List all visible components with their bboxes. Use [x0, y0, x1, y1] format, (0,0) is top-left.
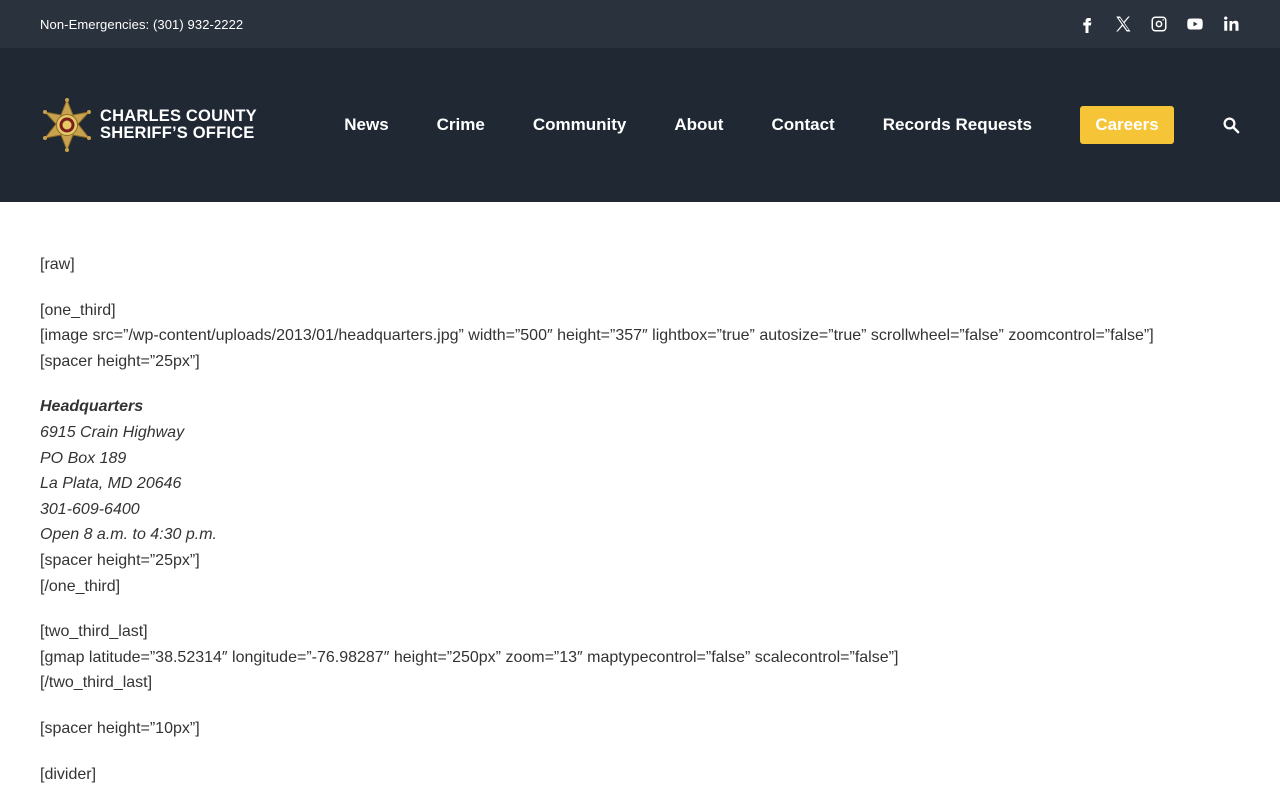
search-icon[interactable]: [1222, 116, 1240, 134]
hq-address-line-3: La Plata, MD 20646: [40, 475, 182, 493]
social-links: [1078, 15, 1240, 33]
nav-contact[interactable]: Contact: [771, 115, 834, 135]
logo-line-2: SHERIFF’S OFFICE: [100, 124, 255, 142]
facebook-icon[interactable]: [1078, 15, 1096, 33]
careers-button[interactable]: Careers: [1080, 106, 1174, 144]
nav-crime[interactable]: Crime: [437, 115, 485, 135]
x-icon[interactable]: [1114, 15, 1132, 33]
top-bar: Non-Emergencies: (301) 932-2222: [0, 0, 1280, 48]
shortcode-spacer-10: [spacer height=”10px”]: [40, 719, 200, 737]
two-third-block: [two_third_last] [gmap latitude=”38.5231…: [40, 619, 1240, 696]
headquarters-title: Headquarters: [40, 398, 144, 416]
shortcode-image: [image src=”/wp-content/uploads/2013/01/…: [40, 327, 1154, 345]
one-third-block: [one_third] [image src=”/wp-content/uplo…: [40, 298, 1240, 375]
logo-text: CHARLES COUNTY SHERIFF’S OFFICE: [100, 108, 257, 142]
non-emergency-phone: Non-Emergencies: (301) 932-2222: [40, 16, 244, 32]
site-logo[interactable]: CHARLES COUNTY SHERIFF’S OFFICE: [40, 98, 312, 152]
hq-address-line-2: PO Box 189: [40, 449, 127, 467]
page-content: [raw] [one_third] [image src=”/wp-conten…: [0, 202, 1280, 787]
nav-community[interactable]: Community: [533, 115, 627, 135]
sheriff-star-icon: [43, 98, 91, 152]
nav-about[interactable]: About: [674, 115, 723, 135]
shortcode-spacer: [spacer height=”25px”]: [40, 352, 200, 370]
youtube-icon[interactable]: [1186, 15, 1204, 33]
hq-hours: Open 8 a.m. to 4:30 p.m.: [40, 526, 217, 544]
hq-address-line-1: 6915 Crain Highway: [40, 423, 185, 441]
instagram-icon[interactable]: [1150, 15, 1168, 33]
shortcode-one-third-close: [/one_third]: [40, 577, 121, 595]
linkedin-icon[interactable]: [1222, 15, 1240, 33]
shortcode-raw: [raw]: [40, 256, 75, 273]
shortcode-one-third-open: [one_third]: [40, 301, 116, 319]
nav-records-requests[interactable]: Records Requests: [883, 115, 1032, 135]
shortcode-divider: [divider]: [40, 765, 97, 783]
main-nav: News Crime Community About Contact Recor…: [344, 106, 1240, 144]
shortcode-gmap: [gmap latitude=”38.52314″ longitude=”-76…: [40, 648, 899, 666]
logo-line-1: CHARLES COUNTY: [100, 107, 257, 125]
nav-news[interactable]: News: [344, 115, 388, 135]
headquarters-block: Headquarters 6915 Crain Highway PO Box 1…: [40, 394, 1240, 599]
hq-phone: 301-609-6400: [40, 500, 140, 518]
shortcode-two-third-open: [two_third_last]: [40, 623, 148, 641]
shortcode-two-third-close: [/two_third_last]: [40, 674, 153, 692]
main-header: CHARLES COUNTY SHERIFF’S OFFICE News Cri…: [0, 48, 1280, 202]
shortcode-spacer-2: [spacer height=”25px”]: [40, 551, 200, 569]
